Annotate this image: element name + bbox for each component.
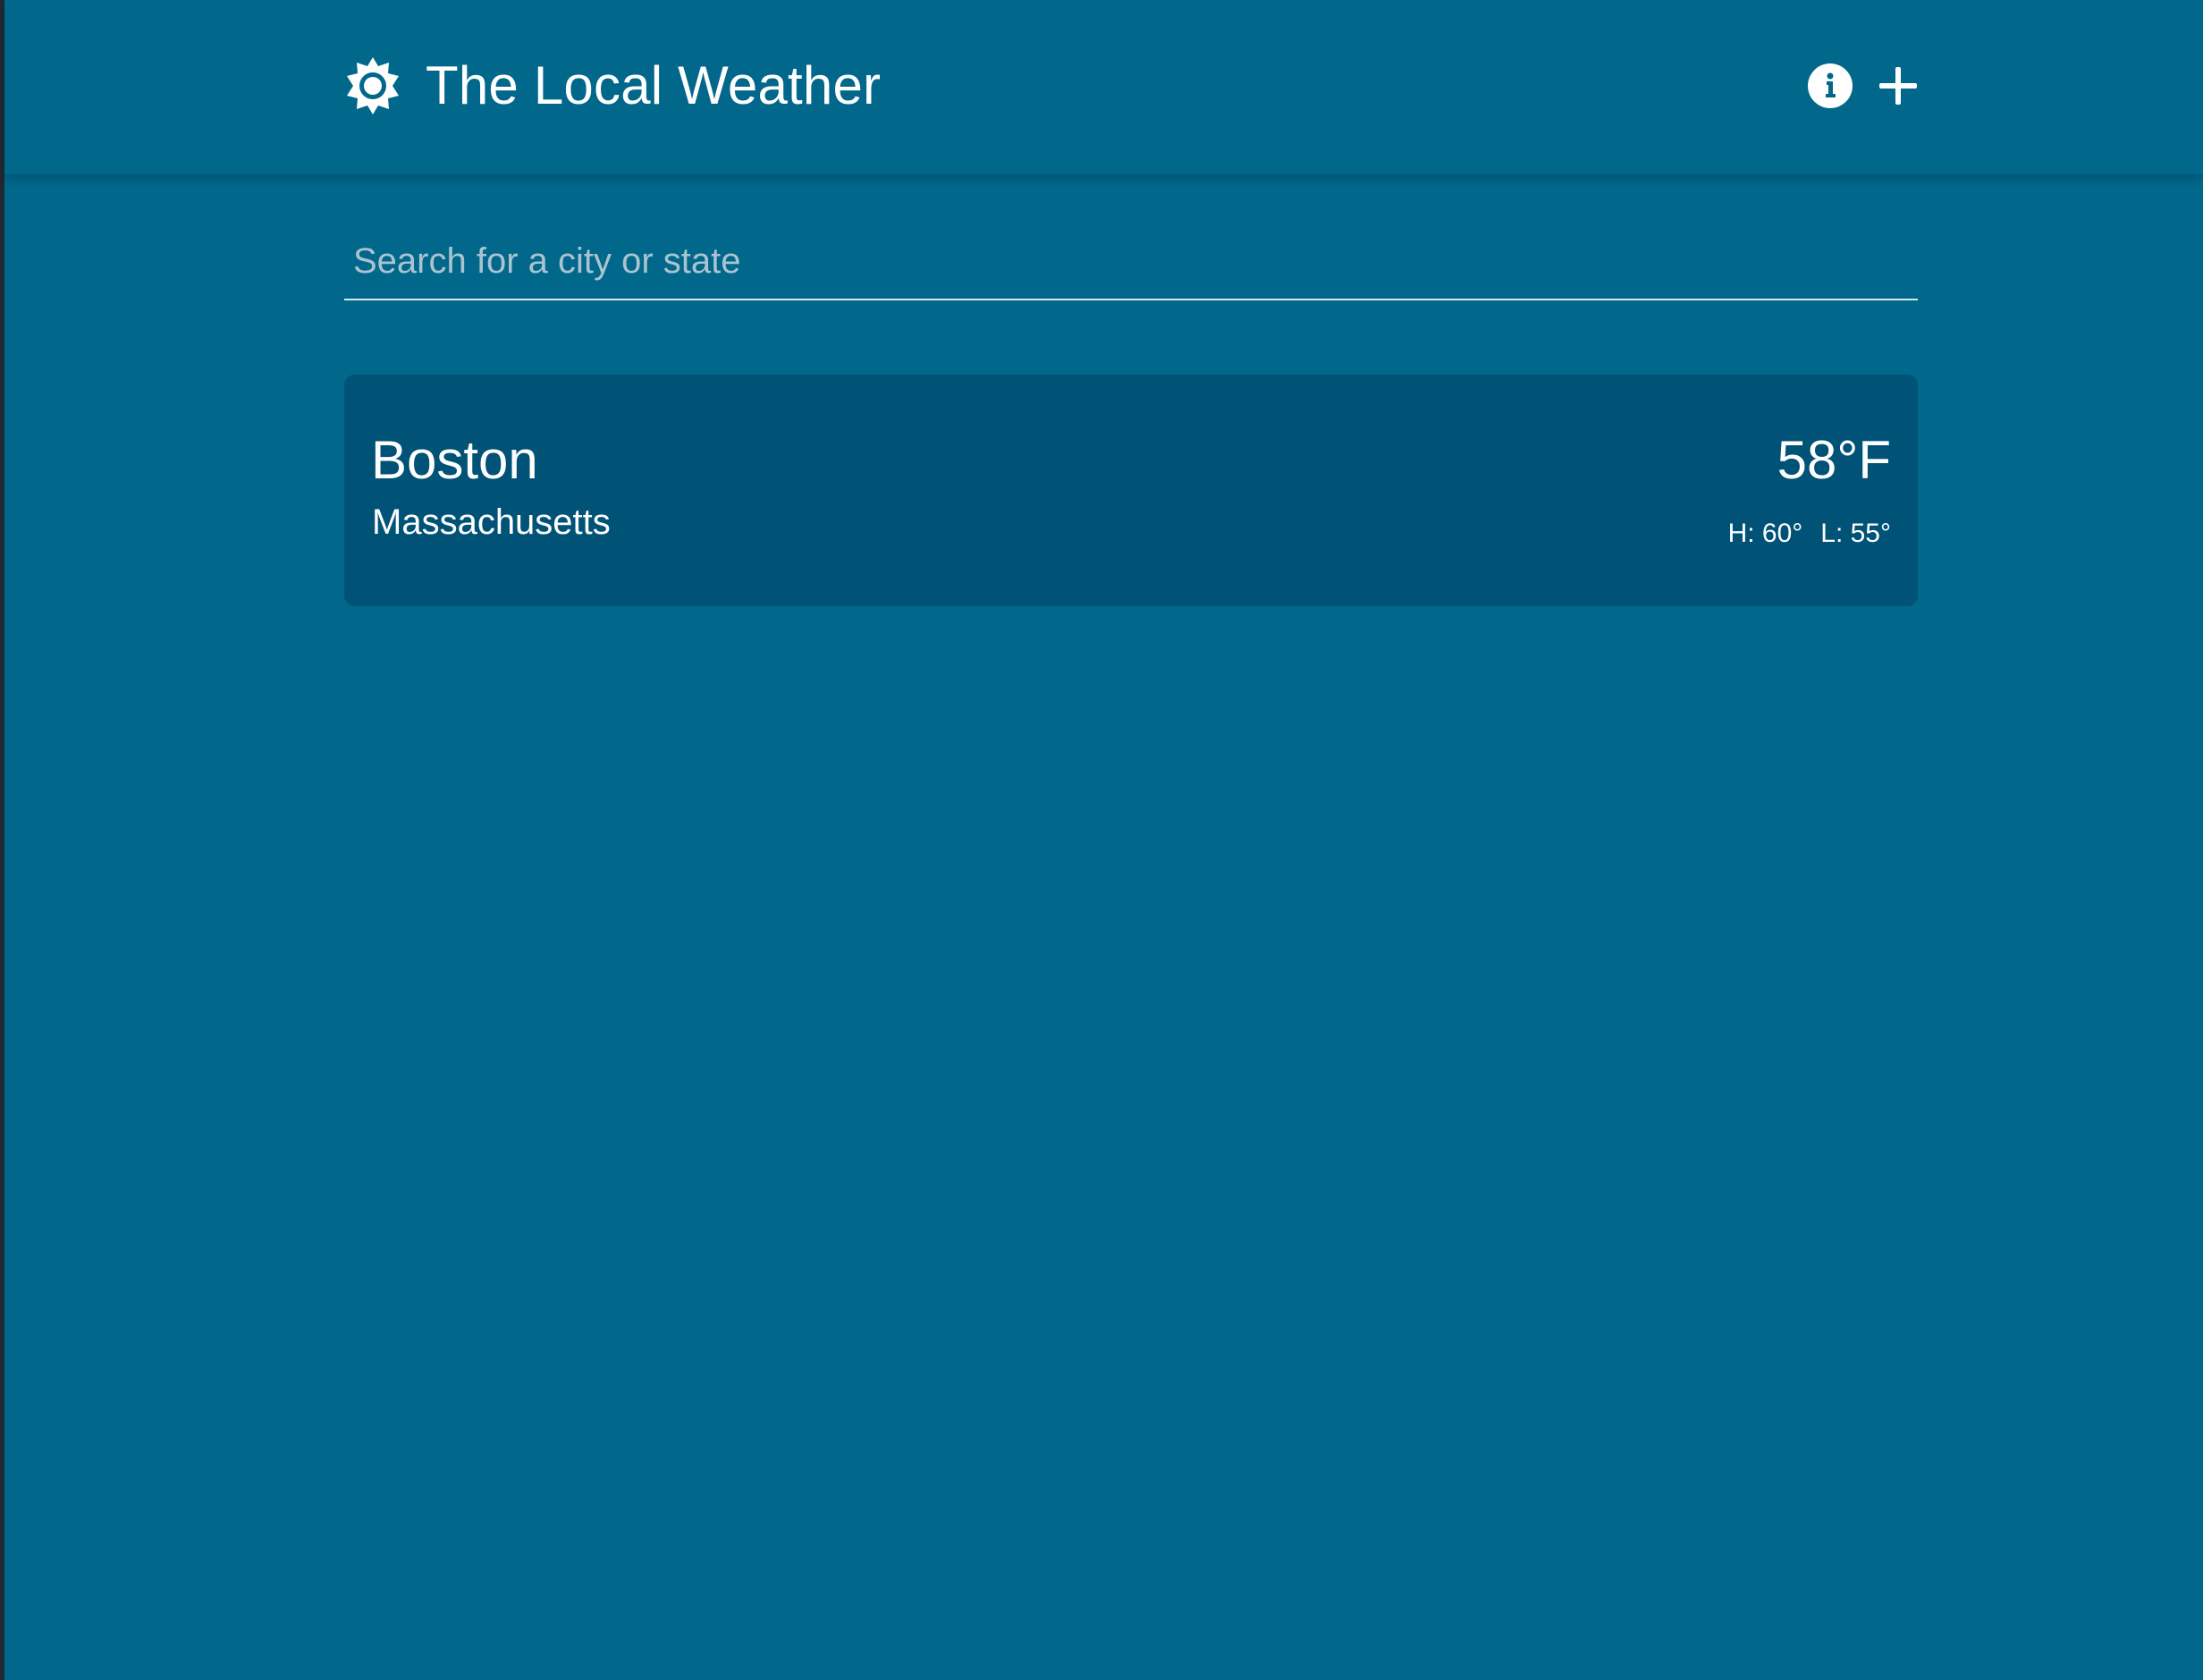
plus-icon	[1878, 66, 1918, 106]
app-title: The Local Weather	[426, 55, 882, 115]
window-edge	[0, 0, 4, 1680]
add-city-button[interactable]	[1873, 61, 1923, 111]
info-icon	[1807, 63, 1853, 109]
high-temperature: H: 60°	[1727, 519, 1803, 548]
brand[interactable]: The Local Weather	[344, 55, 881, 116]
city-weather-card[interactable]: Boston Massachusetts 58°F H: 60° L: 55°	[344, 375, 1918, 606]
search-field	[344, 224, 1918, 302]
high-low-temperatures: H: 60° L: 55°	[1728, 518, 1891, 550]
app-window: The Local Weather Search for a city or s…	[0, 0, 2203, 1680]
sun-icon	[344, 57, 401, 114]
low-temperature: L: 55°	[1820, 519, 1891, 548]
current-temperature: 58°F	[1777, 430, 1891, 490]
header-actions	[1805, 61, 1923, 111]
search-input[interactable]	[344, 224, 1918, 300]
city-name: Boston	[371, 430, 538, 490]
top-header: The Local Weather	[4, 0, 2203, 174]
state-name: Massachusetts	[372, 502, 611, 542]
info-button[interactable]	[1805, 61, 1855, 111]
header-content: The Local Weather	[344, 0, 1923, 174]
